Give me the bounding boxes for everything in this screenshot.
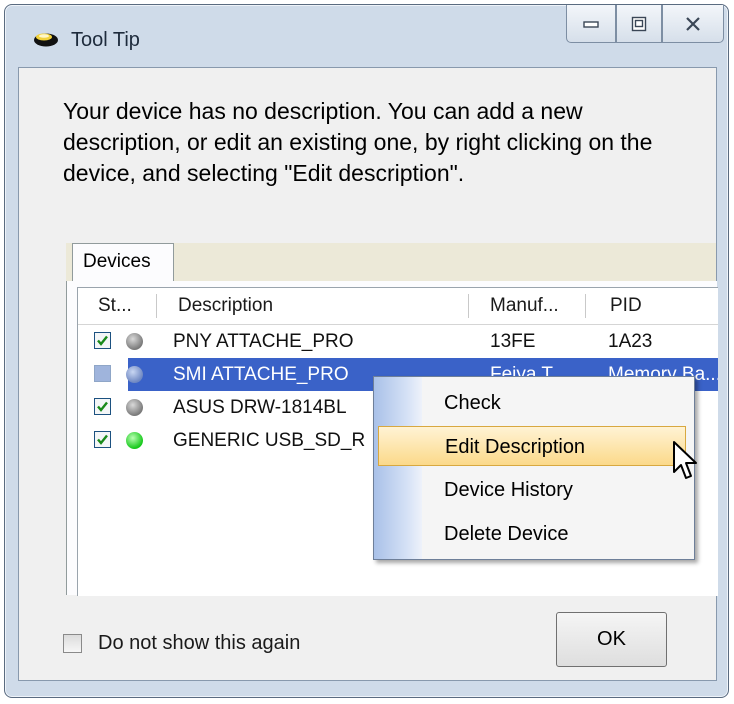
column-divider[interactable] — [468, 294, 469, 318]
device-description: ASUS DRW-1814BL — [173, 397, 347, 418]
status-indicator-icon — [126, 399, 143, 416]
minimize-icon — [583, 20, 599, 28]
row-checkbox[interactable] — [94, 431, 111, 448]
mouse-cursor-icon — [673, 441, 697, 479]
device-pid: 1A23 — [608, 331, 653, 352]
column-divider[interactable] — [585, 294, 586, 318]
title-bar[interactable]: Tool Tip — [5, 5, 728, 67]
checkmark-icon — [97, 434, 108, 445]
checkmark-icon — [97, 335, 108, 346]
info-message: Your device has no description. You can … — [63, 98, 653, 186]
column-header-manufacturer[interactable]: Manuf... — [490, 288, 559, 324]
device-description: PNY ATTACHE_PRO — [173, 331, 354, 352]
ok-button[interactable]: OK — [556, 612, 667, 667]
mouse-app-icon — [34, 33, 58, 47]
dont-show-label[interactable]: Do not show this again — [98, 632, 300, 655]
row-checkbox[interactable] — [94, 398, 111, 415]
status-indicator-icon — [126, 432, 143, 449]
checkmark-icon — [97, 401, 108, 412]
row-checkbox[interactable] — [94, 365, 111, 382]
dialog-body: Your device has no description. You can … — [18, 67, 718, 681]
menu-item-edit-description[interactable]: Edit Description — [378, 426, 686, 466]
menu-item-delete-device[interactable]: Delete Device — [378, 514, 686, 554]
status-indicator-icon — [126, 366, 143, 383]
list-header: St... Description Manuf... PID — [78, 288, 718, 325]
menu-item-check[interactable]: Check — [378, 383, 686, 423]
close-button[interactable] — [662, 5, 724, 43]
column-divider[interactable] — [156, 294, 157, 318]
row-checkbox[interactable] — [94, 332, 111, 349]
menu-item-device-history[interactable]: Device History — [378, 470, 686, 510]
maximize-button[interactable] — [616, 5, 662, 43]
dont-show-again[interactable]: Do not show this again — [63, 631, 300, 655]
column-header-pid[interactable]: PID — [610, 288, 642, 324]
device-description: GENERIC USB_SD_R — [173, 430, 366, 451]
tab-strip: Devices — [66, 243, 716, 282]
table-row[interactable]: PNY ATTACHE_PRO 13FE 1A23 — [78, 325, 718, 358]
tooltip-window: Tool Tip Your device has no description.… — [4, 4, 729, 698]
device-manufacturer: 13FE — [490, 331, 536, 352]
column-header-description[interactable]: Description — [178, 288, 273, 324]
device-description: SMI ATTACHE_PRO — [173, 364, 349, 385]
tab-devices[interactable]: Devices — [72, 243, 174, 282]
minimize-button[interactable] — [566, 5, 616, 43]
context-menu: Check Edit Description Device History De… — [373, 376, 695, 560]
status-indicator-icon — [126, 333, 143, 350]
dont-show-checkbox[interactable] — [63, 633, 82, 653]
window-controls — [566, 5, 724, 47]
maximize-icon — [631, 16, 647, 31]
window-title: Tool Tip — [71, 29, 140, 51]
close-icon — [686, 16, 700, 31]
column-header-status[interactable]: St... — [98, 288, 132, 324]
